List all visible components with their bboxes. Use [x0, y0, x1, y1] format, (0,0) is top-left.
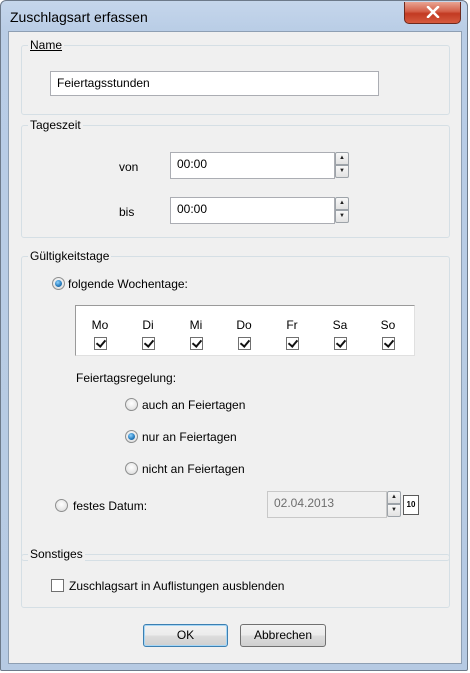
day-label-fr: Fr: [286, 318, 298, 332]
bis-spinner: ▲ ▼: [335, 197, 349, 224]
day-checkbox-so[interactable]: [382, 337, 395, 350]
window-title: Zuschlagsart erfassen: [10, 9, 148, 25]
cancel-button[interactable]: Abbrechen: [240, 624, 326, 647]
day-checkbox-fr[interactable]: [286, 337, 299, 350]
weekday-grid: Mo Di Mi Do Fr Sa So: [75, 305, 415, 356]
von-label: von: [119, 160, 139, 174]
day-column-so: So: [364, 306, 412, 355]
ausblenden-checkbox[interactable]: [51, 579, 64, 592]
nur-feiertage-label[interactable]: nur an Feiertagen: [142, 430, 237, 444]
feiertagsregelung-label: Feiertagsregelung:: [76, 371, 177, 385]
name-group-label-text: Name: [30, 38, 63, 52]
ausblenden-label[interactable]: Zuschlagsart in Auflistungen ausblenden: [69, 579, 284, 593]
festes-datum-radio[interactable]: [55, 499, 68, 512]
sonstiges-group-label: Sonstiges: [28, 547, 85, 561]
day-label-so: So: [380, 318, 396, 332]
name-input[interactable]: Feiertagsstunden: [50, 71, 379, 96]
von-spin-up-button[interactable]: ▲: [335, 152, 349, 165]
ok-button[interactable]: OK: [143, 624, 228, 647]
title-bar[interactable]: Zuschlagsart erfassen: [1, 1, 469, 33]
day-column-fr: Fr: [268, 306, 316, 355]
wochentage-radio[interactable]: [52, 277, 65, 290]
auch-feiertage-radio[interactable]: [125, 398, 138, 411]
day-column-sa: Sa: [316, 306, 364, 355]
day-checkbox-sa[interactable]: [334, 337, 347, 350]
day-label-sa: Sa: [332, 318, 348, 332]
festes-datum-label[interactable]: festes Datum:: [73, 499, 147, 513]
close-icon: [426, 6, 440, 18]
day-label-mi: Mi: [189, 318, 203, 332]
bis-label: bis: [119, 205, 135, 219]
day-checkbox-di[interactable]: [142, 337, 155, 350]
von-spin-down-button[interactable]: ▼: [335, 165, 349, 178]
datum-spin-up-button[interactable]: ▲: [387, 491, 401, 504]
day-column-mo: Mo: [76, 306, 124, 355]
auch-feiertage-label[interactable]: auch an Feiertagen: [142, 398, 245, 412]
von-spinner: ▲ ▼: [335, 152, 349, 179]
tageszeit-group-label: Tageszeit: [28, 118, 83, 132]
day-checkbox-do[interactable]: [238, 337, 251, 350]
bis-spin-up-button[interactable]: ▲: [335, 197, 349, 210]
bis-time-input[interactable]: 00:00: [170, 197, 335, 224]
gueltigkeitstage-group-label: Gültigkeitstage: [28, 249, 112, 263]
datum-spinner: ▲ ▼: [387, 491, 401, 518]
day-label-di: Di: [142, 318, 154, 332]
nicht-feiertage-label[interactable]: nicht an Feiertagen: [142, 462, 245, 476]
nicht-feiertage-radio[interactable]: [125, 462, 138, 475]
day-checkbox-mi[interactable]: [190, 337, 203, 350]
day-label-do: Do: [236, 318, 252, 332]
dialog-window: Zuschlagsart erfassen Name Feiertagsstun…: [0, 0, 468, 671]
datum-spin-down-button[interactable]: ▼: [387, 504, 401, 517]
calendar-icon: 10: [406, 500, 416, 509]
day-checkbox-mo[interactable]: [94, 337, 107, 350]
day-column-do: Do: [220, 306, 268, 355]
bis-spin-down-button[interactable]: ▼: [335, 210, 349, 223]
name-group-label: Name: [28, 38, 65, 52]
day-label-mo: Mo: [91, 318, 109, 332]
dialog-client-area: Name Feiertagsstunden Tageszeit von 00:0…: [8, 31, 462, 664]
close-button[interactable]: [404, 2, 461, 24]
day-column-mi: Mi: [172, 306, 220, 355]
calendar-button[interactable]: 10: [403, 495, 419, 515]
von-time-input[interactable]: 00:00: [170, 152, 335, 179]
nur-feiertage-radio[interactable]: [125, 430, 138, 443]
day-column-di: Di: [124, 306, 172, 355]
datum-input[interactable]: 02.04.2013: [267, 491, 387, 518]
wochentage-radio-label[interactable]: folgende Wochentage:: [68, 277, 188, 291]
